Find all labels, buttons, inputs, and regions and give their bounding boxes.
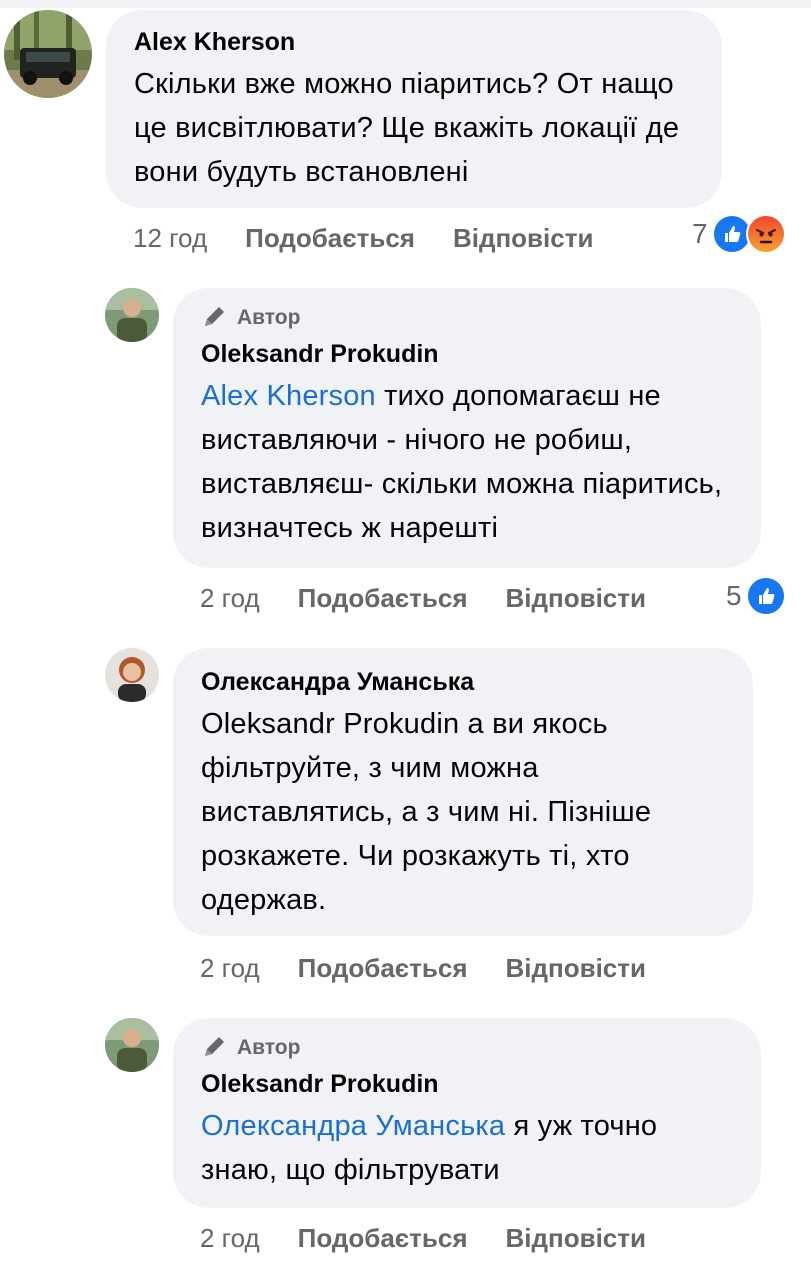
- reactions-summary[interactable]: 5: [726, 576, 786, 616]
- like-button[interactable]: Подобається: [298, 583, 468, 614]
- comment-time[interactable]: 12 год: [133, 223, 207, 254]
- avatar[interactable]: [4, 10, 92, 98]
- comment-bubble: Автор Oleksandr Prokudin Олександра Уман…: [173, 1018, 761, 1208]
- comment-author[interactable]: Alex Kherson: [134, 26, 694, 58]
- comment-actions: 2 год Подобається Відповісти: [200, 948, 646, 988]
- comment-text: Олександра Уманська я уж точно знаю, що …: [201, 1104, 733, 1192]
- comment-time[interactable]: 2 год: [200, 583, 260, 614]
- reaction-count: 7: [692, 218, 708, 249]
- pencil-icon: [205, 1037, 224, 1056]
- comment-text: Alex Kherson тихо допомагаєш не виставля…: [201, 374, 733, 550]
- author-badge-label: Автор: [237, 306, 301, 329]
- comment-actions: 2 год Подобається Відповісти: [200, 1218, 646, 1258]
- comment-bubble: Alex Kherson Скільки вже можно піаритись…: [106, 10, 722, 208]
- top-divider: [0, 0, 811, 8]
- comment-text: Скільки вже можно піаритись? От нащо це …: [134, 68, 680, 188]
- reply-button[interactable]: Відповісти: [453, 223, 593, 254]
- avatar[interactable]: [105, 288, 159, 342]
- reactions-summary[interactable]: 7: [692, 214, 786, 254]
- comment-author[interactable]: Oleksandr Prokudin: [201, 338, 733, 370]
- comment-time[interactable]: 2 год: [200, 953, 260, 984]
- reaction-count: 5: [726, 580, 742, 611]
- comment-time[interactable]: 2 год: [200, 1223, 260, 1254]
- reply-button[interactable]: Відповісти: [506, 583, 646, 614]
- mention-link[interactable]: Олександра Уманська: [201, 1110, 505, 1142]
- reply-button[interactable]: Відповісти: [506, 953, 646, 984]
- comment-actions: 2 год Подобається Відповісти: [200, 578, 646, 618]
- comment-bubble: Автор Oleksandr Prokudin Alex Kherson ти…: [173, 288, 761, 568]
- pencil-icon: [205, 307, 224, 326]
- comment-text: Oleksandr Prokudin а ви якось фільтруйте…: [201, 708, 652, 916]
- angry-icon: [745, 214, 786, 254]
- avatar[interactable]: [105, 648, 159, 702]
- comment-actions: 12 год Подобається Відповісти: [133, 218, 593, 258]
- like-button[interactable]: Подобається: [245, 223, 415, 254]
- reply-button[interactable]: Відповісти: [506, 1223, 646, 1254]
- like-button[interactable]: Подобається: [298, 1223, 468, 1254]
- comment-author[interactable]: Oleksandr Prokudin: [201, 1068, 733, 1100]
- like-button[interactable]: Подобається: [298, 953, 468, 984]
- mention-link[interactable]: Alex Kherson: [201, 380, 376, 412]
- comment-bubble: Олександра Уманська Oleksandr Prokudin а…: [173, 648, 753, 936]
- author-badge: Автор: [201, 304, 733, 332]
- like-icon: [745, 576, 786, 616]
- author-badge-label: Автор: [237, 1036, 301, 1059]
- comment-author[interactable]: Олександра Уманська: [201, 666, 725, 698]
- author-badge: Автор: [201, 1034, 733, 1062]
- avatar[interactable]: [105, 1018, 159, 1072]
